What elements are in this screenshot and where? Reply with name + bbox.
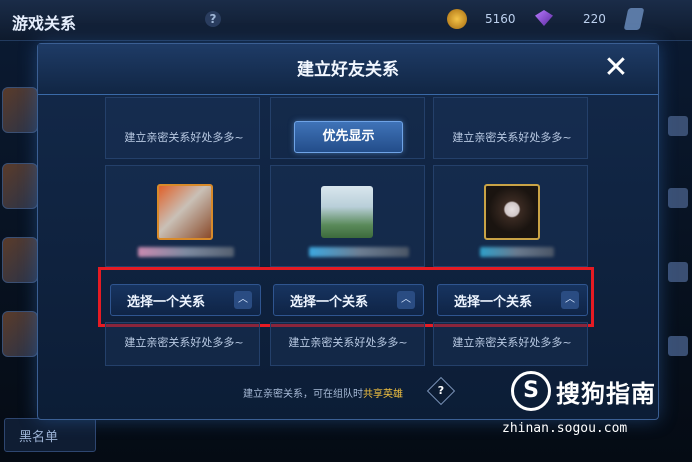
friend-avatar[interactable] xyxy=(2,311,38,357)
dialog-title: 建立好友关系 xyxy=(297,60,399,80)
friend-avatar-1 xyxy=(157,184,213,240)
benefit-text: 建立亲密关系好处多多~ xyxy=(288,336,408,349)
friend-name-blurred xyxy=(309,247,409,257)
gold-coin-icon xyxy=(447,9,467,29)
top-bar: 游戏关系 ? 5160 220 xyxy=(0,0,692,41)
background-friend-list xyxy=(0,45,38,405)
benefit-text: 建立亲密关系好处多多~ xyxy=(124,336,244,349)
relation-card-top xyxy=(105,97,260,159)
gift-icon[interactable] xyxy=(668,116,688,136)
relation-card-top xyxy=(433,97,588,159)
gold-count: 5160 xyxy=(485,12,516,26)
highlight-box xyxy=(98,267,594,327)
benefit-text: 建立亲密关系好处多多~ xyxy=(452,336,572,349)
close-button[interactable]: ✕ xyxy=(598,50,634,86)
help-glyph: ? xyxy=(437,384,445,397)
watermark-url: zhinan.sogou.com xyxy=(502,421,628,436)
friend-avatar[interactable] xyxy=(2,163,38,209)
blacklist-label: 黑名单 xyxy=(19,430,59,445)
share-hero-highlight: 共享英雄 xyxy=(363,389,403,400)
friend-name-blurred xyxy=(138,247,234,257)
watermark-text: 搜狗指南 xyxy=(556,380,656,408)
priority-display-label: 优先显示 xyxy=(322,129,375,144)
priority-display-button[interactable]: 优先显示 xyxy=(294,121,403,153)
benefit-text: 建立亲密关系好处多多~ xyxy=(452,131,572,144)
friend-avatar[interactable] xyxy=(2,87,38,133)
benefit-text: 建立亲密关系好处多多~ xyxy=(124,131,244,144)
ticket-icon xyxy=(623,8,645,30)
friend-avatar-2 xyxy=(321,186,373,238)
blacklist-button[interactable]: 黑名单 xyxy=(4,418,96,452)
gift-icon[interactable] xyxy=(668,262,688,282)
screen-title: 游戏关系 xyxy=(12,14,77,33)
gift-icon[interactable] xyxy=(668,188,688,208)
dialog-header: 建立好友关系 ✕ xyxy=(38,44,658,95)
gift-icon[interactable] xyxy=(668,336,688,356)
gem-icon xyxy=(535,10,553,26)
help-icon[interactable]: ? xyxy=(205,11,221,27)
footer-note-text: 建立亲密关系，可在组队时 xyxy=(243,389,363,400)
friend-avatar-3 xyxy=(484,184,540,240)
friend-name-blurred xyxy=(480,247,554,257)
sogou-logo-icon: S xyxy=(511,371,551,411)
friend-avatar[interactable] xyxy=(2,237,38,283)
gem-count: 220 xyxy=(583,12,606,26)
sogou-logo-letter: S xyxy=(523,378,539,403)
footer-note: 建立亲密关系，可在组队时共享英雄 xyxy=(243,385,403,400)
